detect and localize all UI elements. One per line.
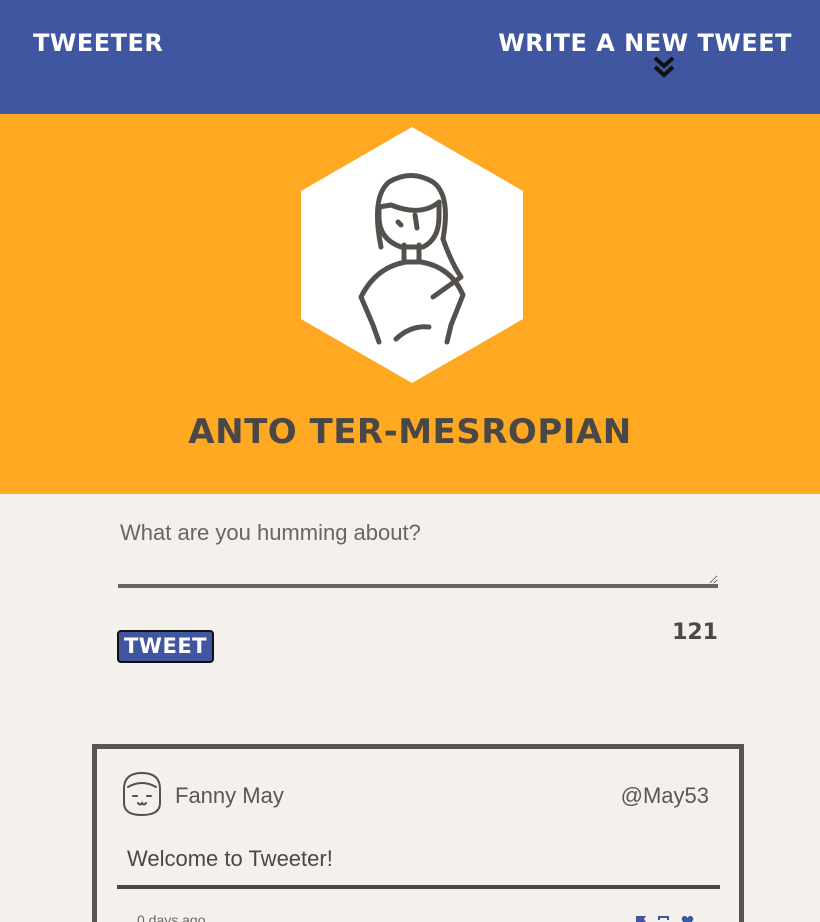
- flag-icon[interactable]: [635, 915, 647, 922]
- tweet-text: Welcome to Tweeter!: [127, 846, 333, 871]
- tweet-handle: @May53: [620, 783, 709, 808]
- char-counter: 121: [672, 620, 718, 645]
- tweet-input[interactable]: [118, 520, 718, 588]
- user-avatar-icon: [301, 127, 523, 383]
- double-chevron-down-icon[interactable]: [652, 56, 676, 80]
- tweet-author-name: Fanny May: [175, 783, 284, 808]
- profile-name: ANTO TER-MESROPIAN: [188, 412, 632, 452]
- tweet-submit-button[interactable]: TWEET: [117, 630, 214, 663]
- retweet-icon[interactable]: [657, 915, 671, 922]
- top-nav: TWEETER WRITE A NEW TWEET: [0, 0, 820, 114]
- tweet-avatar-icon: [123, 771, 161, 817]
- tweet-divider: [117, 885, 720, 889]
- tweet-card: Fanny May @May53 Welcome to Tweeter! 0 d…: [92, 744, 744, 922]
- write-tweet-button[interactable]: WRITE A NEW TWEET: [498, 29, 792, 57]
- tweet-actions: [635, 915, 694, 922]
- heart-icon[interactable]: [681, 915, 694, 922]
- profile-header: ANTO TER-MESROPIAN: [0, 114, 820, 494]
- brand-logo[interactable]: TWEETER: [33, 29, 163, 57]
- tweet-timestamp: 0 days ago: [137, 912, 206, 922]
